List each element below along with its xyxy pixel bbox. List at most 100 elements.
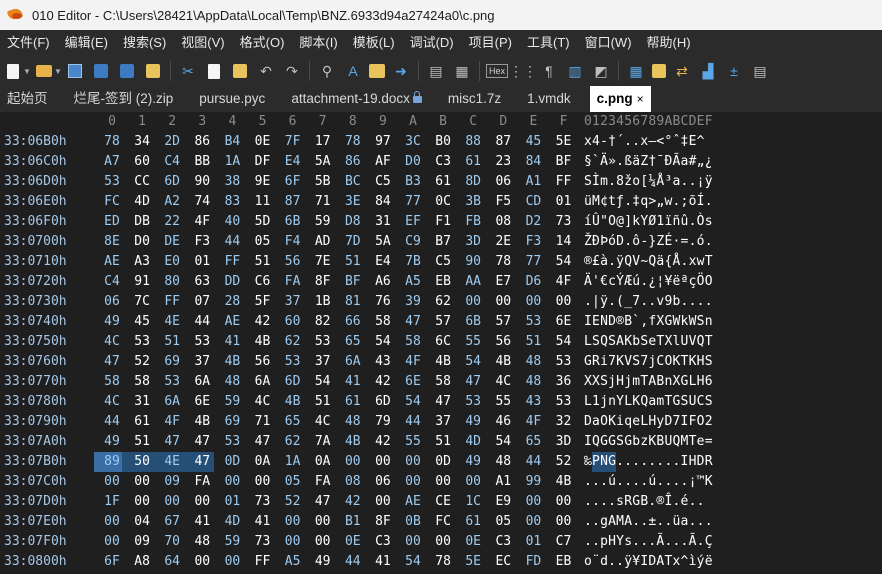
hex-byte[interactable]: 00	[338, 452, 368, 472]
hex-byte[interactable]: 51	[428, 432, 458, 452]
hex-byte[interactable]: 00	[428, 472, 458, 492]
hex-byte[interactable]: 00	[549, 292, 579, 312]
hex-byte[interactable]: A7	[97, 152, 127, 172]
ascii-text[interactable]: IQGGSGbzKBUQMTe=	[584, 432, 713, 452]
hex-byte[interactable]: 58	[398, 332, 428, 352]
hex-byte[interactable]: E4	[368, 252, 398, 272]
hex-byte[interactable]: 78	[338, 132, 368, 152]
hex-byte[interactable]: 54	[398, 392, 428, 412]
hex-byte[interactable]: 55	[458, 332, 488, 352]
hex-byte[interactable]: 62	[278, 432, 308, 452]
hex-byte[interactable]: 58	[97, 372, 127, 392]
hex-byte[interactable]: C5	[428, 252, 458, 272]
hex-byte[interactable]: 01	[549, 192, 579, 212]
hex-byte[interactable]: 5A	[368, 232, 398, 252]
hex-byte[interactable]: 00	[398, 452, 428, 472]
convert-icon[interactable]: ⇄	[672, 61, 692, 81]
hex-byte[interactable]: 00	[428, 532, 458, 552]
hex-byte[interactable]: 90	[458, 252, 488, 272]
hex-byte[interactable]: 4F	[518, 412, 548, 432]
menu-item-2[interactable]: 搜索(S)	[116, 30, 174, 56]
redo-icon[interactable]: ↷	[282, 61, 302, 81]
hex-byte[interactable]: 67	[157, 512, 187, 532]
hex-byte[interactable]: 71	[308, 192, 338, 212]
hex-byte[interactable]: B0	[428, 132, 458, 152]
paste-icon[interactable]	[230, 61, 250, 81]
hex-byte[interactable]: 59	[308, 212, 338, 232]
hex-byte[interactable]: 0D	[217, 452, 247, 472]
hex-byte[interactable]: 0C	[428, 192, 458, 212]
hex-byte[interactable]: 5E	[549, 132, 579, 152]
columns-icon[interactable]: ▥	[565, 61, 585, 81]
menu-item-10[interactable]: 窗口(W)	[578, 30, 640, 56]
hex-byte[interactable]: 4B	[549, 472, 579, 492]
hex-byte[interactable]: 46	[488, 412, 518, 432]
hex-byte[interactable]: 11	[248, 192, 278, 212]
hex-byte[interactable]: A2	[157, 192, 187, 212]
ascii-text[interactable]: x4-†´..x—<°ˆ‡E^	[584, 132, 705, 152]
hex-byte[interactable]: 6D	[278, 372, 308, 392]
hex-byte[interactable]: 0E	[338, 532, 368, 552]
hex-byte[interactable]: 83	[217, 192, 247, 212]
hex-byte[interactable]: 0E	[248, 132, 278, 152]
hex-byte[interactable]: A5	[398, 272, 428, 292]
hex-byte[interactable]: 42	[338, 492, 368, 512]
hex-byte[interactable]: BF	[338, 272, 368, 292]
hex-byte[interactable]: A3	[127, 252, 157, 272]
hex-byte[interactable]: 44	[338, 552, 368, 572]
hex-byte[interactable]: 48	[518, 372, 548, 392]
hex-icon[interactable]: Hex	[486, 61, 509, 81]
hex-editor-view[interactable]: 0 1 2 3 4 5 6 7 8 9 A B C D E F 0123456789ABCDEF 33:06B0h…	[0, 112, 882, 574]
ascii-text[interactable]: ..gAMA..±..üa...	[584, 512, 713, 532]
hex-byte[interactable]: 9E	[248, 172, 278, 192]
hex-byte[interactable]: 52	[127, 352, 157, 372]
hex-byte[interactable]: 17	[308, 132, 338, 152]
hex-byte[interactable]: 00	[187, 492, 217, 512]
hex-byte[interactable]: 8D	[458, 172, 488, 192]
hex-byte[interactable]: 50	[127, 452, 157, 472]
hex-byte[interactable]: FF	[157, 292, 187, 312]
hex-byte[interactable]: 4B	[278, 392, 308, 412]
history-icon[interactable]: ▦	[452, 61, 472, 81]
hex-byte[interactable]: 51	[127, 432, 157, 452]
hex-byte[interactable]: 37	[428, 412, 458, 432]
copy-file-icon[interactable]	[117, 61, 137, 81]
hex-byte[interactable]: 48	[217, 372, 247, 392]
hex-byte[interactable]: 6F	[97, 552, 127, 572]
hex-byte[interactable]: 59	[217, 532, 247, 552]
hex-byte[interactable]: D2	[518, 212, 548, 232]
hex-byte[interactable]: 42	[368, 432, 398, 452]
hex-byte[interactable]: 41	[338, 372, 368, 392]
ascii-text[interactable]: XXSjHjmTABnXGLH6	[584, 372, 713, 392]
hex-byte[interactable]: A8	[127, 552, 157, 572]
hex-byte[interactable]: 31	[127, 392, 157, 412]
hex-byte[interactable]: 45	[518, 132, 548, 152]
save-icon[interactable]	[65, 61, 85, 81]
menu-item-1[interactable]: 编辑(E)	[58, 30, 116, 56]
hex-byte[interactable]: 41	[248, 512, 278, 532]
hex-byte[interactable]: 54	[488, 432, 518, 452]
hex-byte[interactable]: 56	[488, 332, 518, 352]
hex-byte[interactable]: 53	[97, 172, 127, 192]
hex-byte[interactable]: 4E	[157, 452, 187, 472]
hex-byte[interactable]: 6D	[368, 392, 398, 412]
hex-byte[interactable]: 01	[187, 252, 217, 272]
paragraph-icon[interactable]: ¶	[539, 61, 559, 81]
hex-byte[interactable]: B1	[338, 512, 368, 532]
hex-byte[interactable]: 00	[518, 512, 548, 532]
hex-byte[interactable]: 44	[97, 412, 127, 432]
hex-byte[interactable]: FC	[97, 192, 127, 212]
hex-byte[interactable]: 44	[398, 412, 428, 432]
hex-byte[interactable]: 7E	[308, 252, 338, 272]
hex-byte[interactable]: F5	[488, 192, 518, 212]
hex-byte[interactable]: 00	[278, 512, 308, 532]
hex-byte[interactable]: CE	[428, 492, 458, 512]
hex-byte[interactable]: 86	[187, 132, 217, 152]
hex-byte[interactable]: 08	[338, 472, 368, 492]
hex-byte[interactable]: 48	[187, 532, 217, 552]
hex-byte[interactable]: 2D	[157, 132, 187, 152]
hex-byte[interactable]: 32	[549, 412, 579, 432]
hex-byte[interactable]: 7A	[308, 432, 338, 452]
hex-byte[interactable]: 53	[549, 352, 579, 372]
hex-byte[interactable]: 7C	[127, 292, 157, 312]
